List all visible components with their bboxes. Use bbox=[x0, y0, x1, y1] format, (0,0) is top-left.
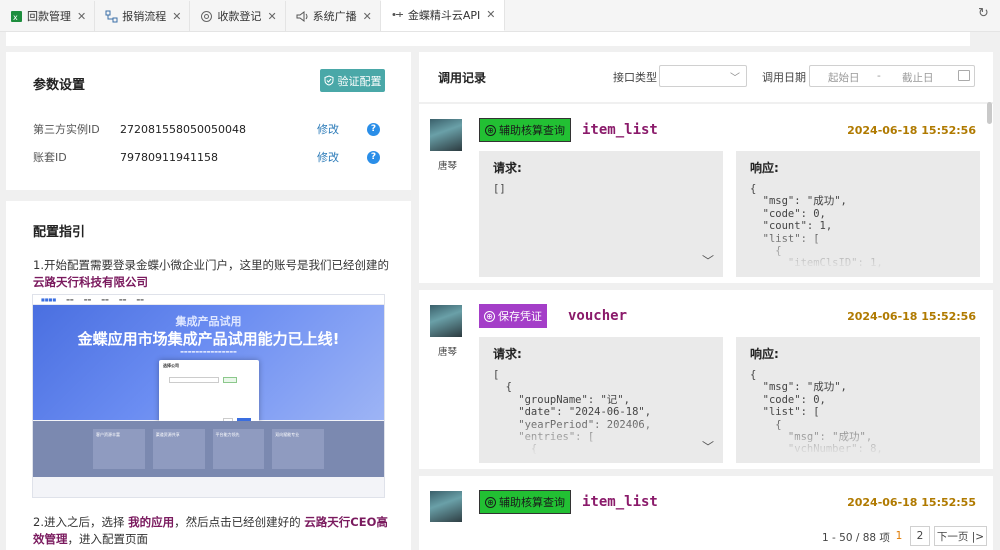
request-body: [] bbox=[493, 183, 506, 195]
start-date-input[interactable]: 起始日 bbox=[828, 70, 860, 85]
params-title: 参数设置 bbox=[33, 78, 86, 93]
speaker-icon bbox=[296, 10, 309, 23]
page-button-1[interactable]: 1 bbox=[889, 526, 909, 546]
page-button-2[interactable]: 2 bbox=[910, 526, 930, 546]
tab-label: 回款管理 bbox=[27, 10, 71, 23]
expand-icon[interactable]: ﹀ bbox=[702, 252, 714, 269]
tab-label: 报销流程 bbox=[122, 10, 167, 23]
api-icon bbox=[391, 8, 404, 21]
refresh-icon[interactable]: ↻ bbox=[978, 6, 994, 22]
request-box: 请求: [ { "groupName": "记", "date": "2024-… bbox=[479, 337, 723, 463]
param-value: 272081558050050048 bbox=[120, 122, 246, 136]
expand-icon[interactable]: ﹀ bbox=[702, 438, 714, 455]
guide-screenshot: ■■■■ ▬▬ ▬▬ ▬▬ ▬▬ ▬▬ 集成产品试用 金蝶应用市场集成产品试用能力已上线!… bbox=[32, 294, 385, 498]
param-label: 账套ID bbox=[33, 151, 67, 164]
records-list: 唐琴 ⊕ 辅助核算查询 item_list 2024-06-18 15:52:56… bbox=[419, 102, 993, 522]
workflow-icon bbox=[105, 10, 118, 23]
interface-type-tag: ⊕ 辅助核算查询 bbox=[479, 490, 571, 514]
chevron-down-icon: ﹀ bbox=[730, 73, 740, 84]
tab-broadcast[interactable]: 系统广播 ✕ bbox=[286, 1, 381, 31]
guide-step-1: 1.开始配置需要登录金蝶小微企业门户，这里的账号是我们已经创建的 云路天行科技有… bbox=[33, 258, 389, 289]
tab-reimbursement[interactable]: 报销流程 ✕ bbox=[95, 1, 191, 31]
shield-icon bbox=[324, 75, 333, 86]
guide-title: 配置指引 bbox=[33, 225, 86, 240]
user-name: 唐琴 bbox=[438, 161, 458, 172]
edit-link[interactable]: 修改 bbox=[317, 121, 367, 137]
tab-kingdee-api[interactable]: 金蝶精斗云API ✕ bbox=[380, 0, 505, 31]
call-records-panel: 调用记录 接口类型 ﹀ 调用日期 起始日 - 截止日 唐琴 ⊕ 辅助核算查询 it… bbox=[419, 52, 993, 550]
tab-payment-collection[interactable]: x 回款管理 ✕ bbox=[0, 1, 96, 31]
type-filter-label: 接口类型 bbox=[613, 71, 657, 84]
verify-label: 验证配置 bbox=[337, 74, 382, 88]
verify-config-button[interactable]: 验证配置 bbox=[320, 69, 385, 92]
calendar-icon bbox=[958, 70, 970, 81]
guide-panel: 配置指引 1.开始配置需要登录金蝶小微企业门户，这里的账号是我们已经创建的 云路… bbox=[6, 201, 411, 550]
help-icon[interactable]: ? bbox=[367, 122, 380, 136]
guide-step-2: 2.进入之后，选择 我的应用，然后点击已经创建好的 云路天行CEO高效管理，进入… bbox=[33, 515, 388, 546]
response-box: 响应: { "msg": "成功", "code": 0, "count": 1… bbox=[736, 151, 980, 277]
tab-bar: x 回款管理 ✕ 报销流程 ✕ 收款登记 ✕ 系统广播 ✕ 金蝶精斗云API ✕ bbox=[0, 0, 1000, 32]
param-label: 第三方实例ID bbox=[33, 123, 100, 136]
interface-type-tag: ⊕ 辅助核算查询 bbox=[479, 118, 571, 142]
avatar bbox=[430, 305, 462, 337]
tab-receipt-register[interactable]: 收款登记 ✕ bbox=[190, 1, 286, 31]
tab-label: 收款登记 bbox=[217, 10, 262, 23]
timestamp: 2024-06-18 15:52:56 bbox=[847, 124, 976, 137]
gear-icon bbox=[200, 10, 213, 23]
method-name: item_list bbox=[582, 494, 658, 510]
date-filter-label: 调用日期 bbox=[762, 71, 806, 84]
avatar bbox=[430, 491, 462, 522]
record-card: 唐琴 ⊕ 辅助核算查询 item_list 2024-06-18 15:52:56… bbox=[419, 104, 993, 283]
close-icon[interactable]: ✕ bbox=[363, 10, 372, 23]
close-icon[interactable]: ✕ bbox=[172, 10, 181, 23]
svg-text:x: x bbox=[13, 13, 18, 22]
excel-icon: x bbox=[10, 10, 23, 23]
circle-icon: ⊕ bbox=[485, 124, 496, 136]
type-filter-select[interactable]: ﹀ bbox=[659, 65, 747, 87]
date-range-picker[interactable]: 起始日 - 截止日 bbox=[809, 65, 975, 87]
tab-label: 系统广播 bbox=[312, 10, 357, 23]
timestamp: 2024-06-18 15:52:56 bbox=[847, 310, 976, 323]
record-card: 唐琴 ⊕ 保存凭证 voucher 2024-06-18 15:52:56 请求:… bbox=[419, 290, 993, 469]
record-card: ⊕ 辅助核算查询 item_list 2024-06-18 15:52:55 bbox=[419, 476, 993, 522]
pagination: 1 - 50 / 88 项 1 2 下一页 |> bbox=[419, 523, 993, 550]
param-value: 79780911941158 bbox=[120, 150, 218, 164]
edit-link[interactable]: 修改 bbox=[317, 149, 367, 165]
close-icon[interactable]: ✕ bbox=[267, 10, 276, 23]
save-icon: ⊕ bbox=[484, 310, 495, 322]
param-row-account-id: 账套ID 79780911941158 修改 ? bbox=[33, 149, 380, 165]
params-panel: 参数设置 验证配置 第三方实例ID 272081558050050048 修改 … bbox=[6, 52, 411, 190]
close-icon[interactable]: ✕ bbox=[77, 10, 86, 23]
pagination-total: 1 - 50 / 88 项 bbox=[822, 532, 890, 544]
scrollbar[interactable] bbox=[987, 102, 992, 124]
next-page-button[interactable]: 下一页 |> bbox=[934, 526, 987, 546]
interface-type-tag: ⊕ 保存凭证 bbox=[479, 304, 547, 328]
user-name: 唐琴 bbox=[438, 347, 458, 358]
avatar bbox=[430, 119, 462, 151]
help-icon[interactable]: ? bbox=[367, 150, 380, 164]
param-row-instance-id: 第三方实例ID 272081558050050048 修改 ? bbox=[33, 121, 380, 137]
response-box: 响应: { "msg": "成功", "code": 0, "list": [ … bbox=[736, 337, 980, 463]
end-date-input[interactable]: 截止日 bbox=[902, 70, 934, 85]
request-box: 请求: [] ﹀ bbox=[479, 151, 723, 277]
tab-label: 金蝶精斗云API bbox=[407, 8, 481, 22]
circle-icon: ⊕ bbox=[485, 496, 496, 508]
method-name: voucher bbox=[568, 308, 628, 324]
close-icon[interactable]: ✕ bbox=[486, 8, 495, 21]
timestamp: 2024-06-18 15:52:55 bbox=[847, 496, 976, 509]
records-title: 调用记录 bbox=[438, 71, 487, 85]
method-name: item_list bbox=[582, 122, 658, 138]
